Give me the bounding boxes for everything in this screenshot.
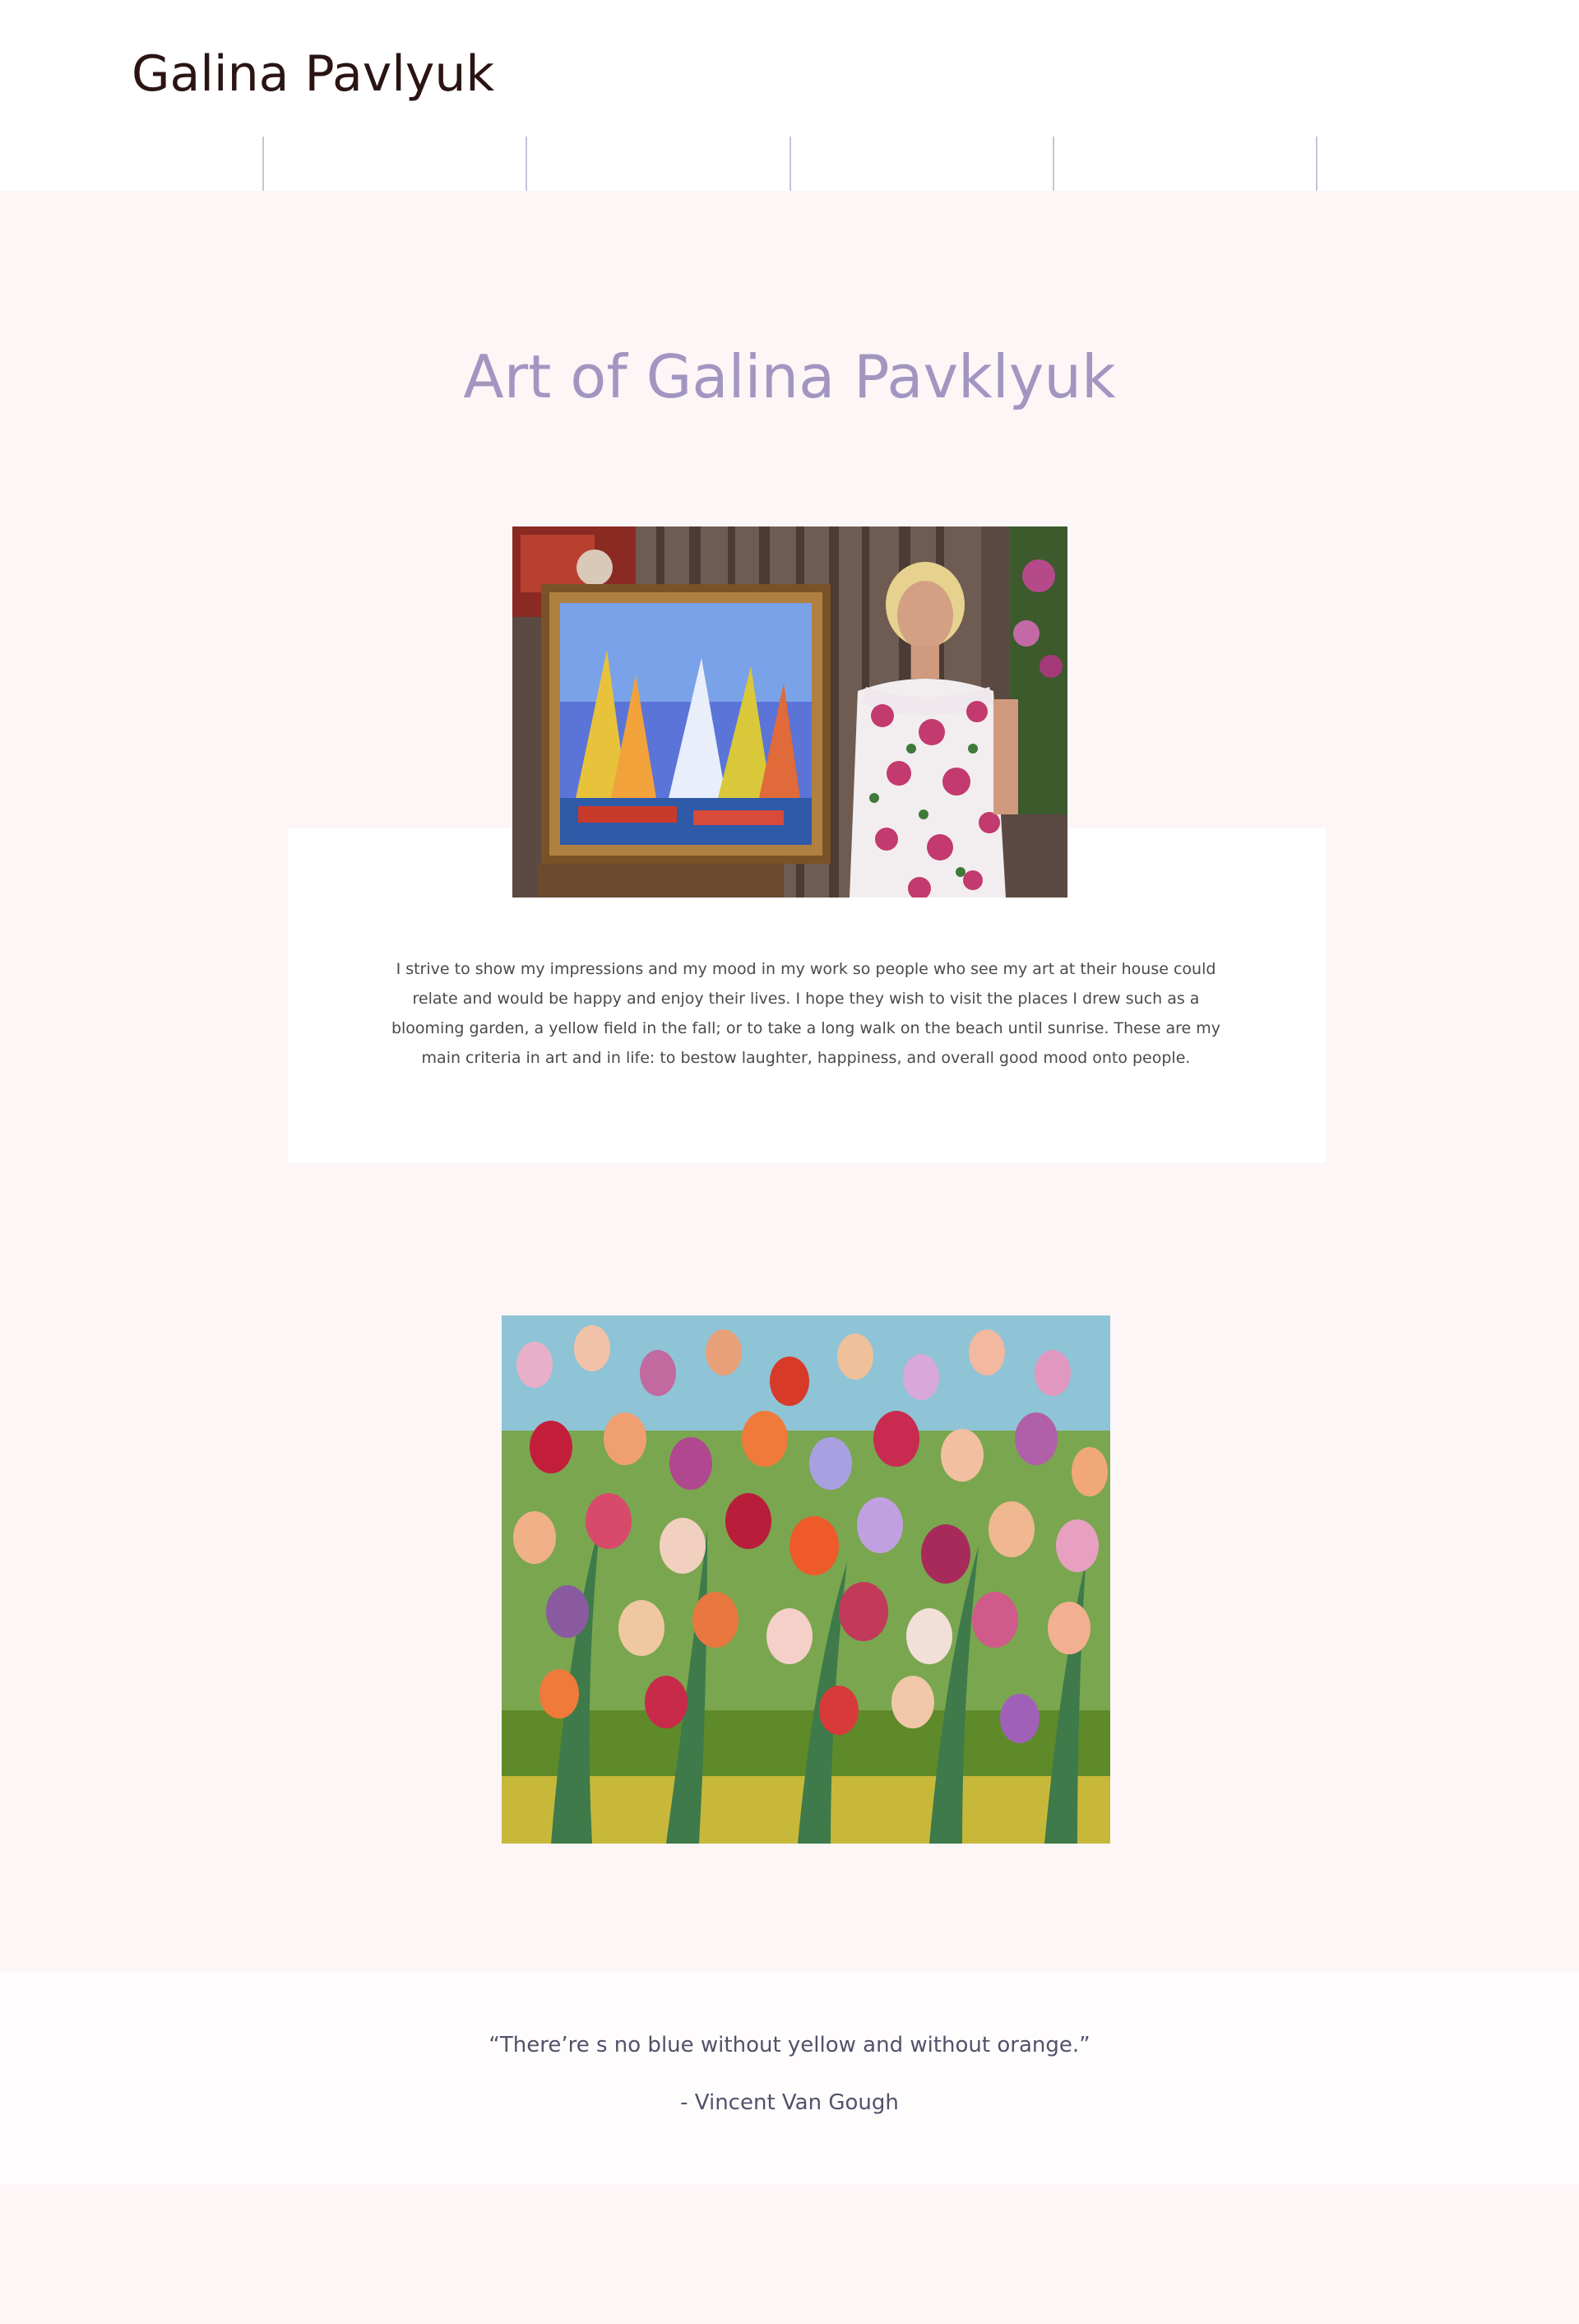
nav-item-1[interactable] bbox=[0, 137, 263, 191]
artist-statement: I strive to show my impressions and my m… bbox=[391, 960, 1221, 1067]
hero-title: Art of Galina Pavklyuk bbox=[463, 342, 1116, 411]
nav-item-6[interactable] bbox=[1317, 137, 1579, 191]
nav-item-4[interactable] bbox=[790, 137, 1053, 191]
site-header: Galina Pavlyuk bbox=[0, 0, 1579, 191]
nav-item-5[interactable] bbox=[1053, 137, 1317, 191]
main-nav bbox=[0, 137, 1579, 191]
nav-item-2[interactable] bbox=[263, 137, 526, 191]
tulip-painting-image bbox=[502, 1315, 1110, 1844]
quote-text: “There’re s no blue without yellow and w… bbox=[489, 2033, 1090, 2057]
artist-photo bbox=[512, 526, 1067, 898]
quote-band bbox=[0, 1972, 1579, 2184]
tulip-painting bbox=[502, 1315, 1110, 1844]
quote-author: - Vincent Van Gough bbox=[680, 2090, 899, 2115]
site-title[interactable]: Galina Pavlyuk bbox=[132, 43, 494, 105]
artist-photo-image bbox=[512, 526, 1067, 898]
nav-item-3[interactable] bbox=[526, 137, 790, 191]
